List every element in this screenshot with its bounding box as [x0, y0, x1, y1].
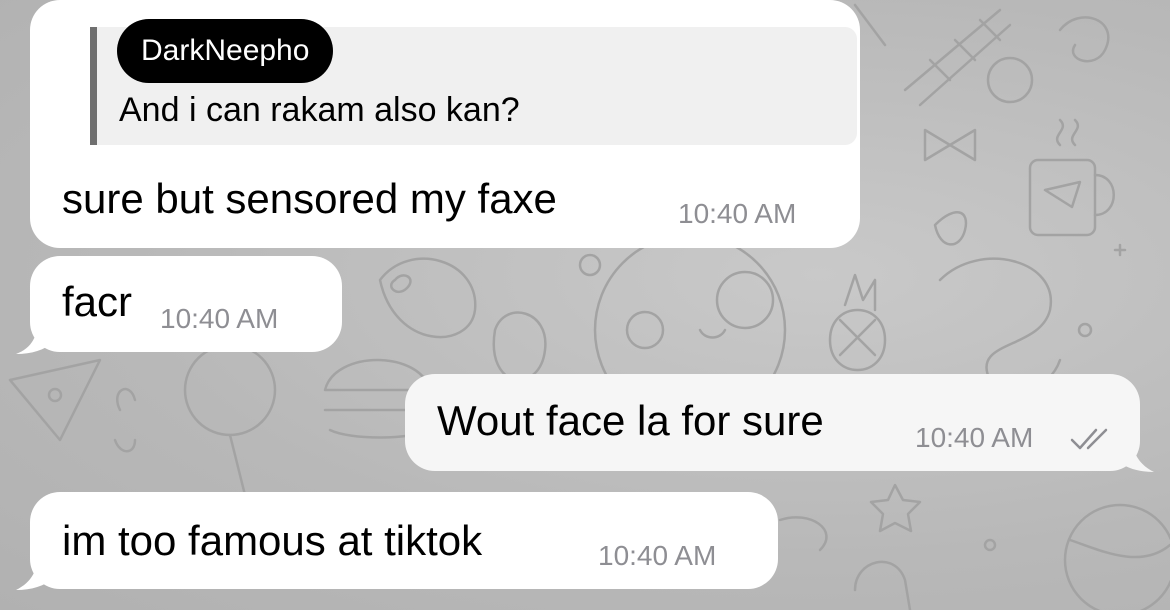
- message-timestamp: 10:40 AM: [915, 422, 1034, 453]
- bubble-tail: [1116, 434, 1154, 472]
- bubble-tail: [16, 552, 54, 590]
- message-text: Wout face la for sure: [437, 397, 824, 444]
- reply-sender-name: DarkNeepho: [117, 19, 334, 83]
- message-timestamp: 10:40 AM: [160, 303, 279, 334]
- double-check-icon: [1070, 428, 1108, 450]
- reply-quoted-text: And i can rakam also kan?: [119, 91, 520, 129]
- message-timestamp: 10:40 AM: [678, 198, 797, 229]
- message-bubble-incoming[interactable]: facr 10:40 AM: [30, 256, 342, 352]
- message-text: im too famous at tiktok: [62, 517, 483, 564]
- message-text: facr: [62, 278, 133, 325]
- message-text: sure but sensored my faxe: [62, 175, 557, 222]
- reply-preview[interactable]: DarkNeepho And i can rakam also kan?: [90, 19, 857, 145]
- message-bubble-outgoing[interactable]: Wout face la for sure 10:40 AM: [405, 374, 1140, 471]
- message-bubble-incoming[interactable]: DarkNeepho And i can rakam also kan? sur…: [30, 0, 860, 248]
- message-timestamp: 10:40 AM: [598, 540, 717, 571]
- message-bubble-incoming[interactable]: im too famous at tiktok 10:40 AM: [30, 492, 778, 589]
- bubble-tail: [16, 318, 54, 354]
